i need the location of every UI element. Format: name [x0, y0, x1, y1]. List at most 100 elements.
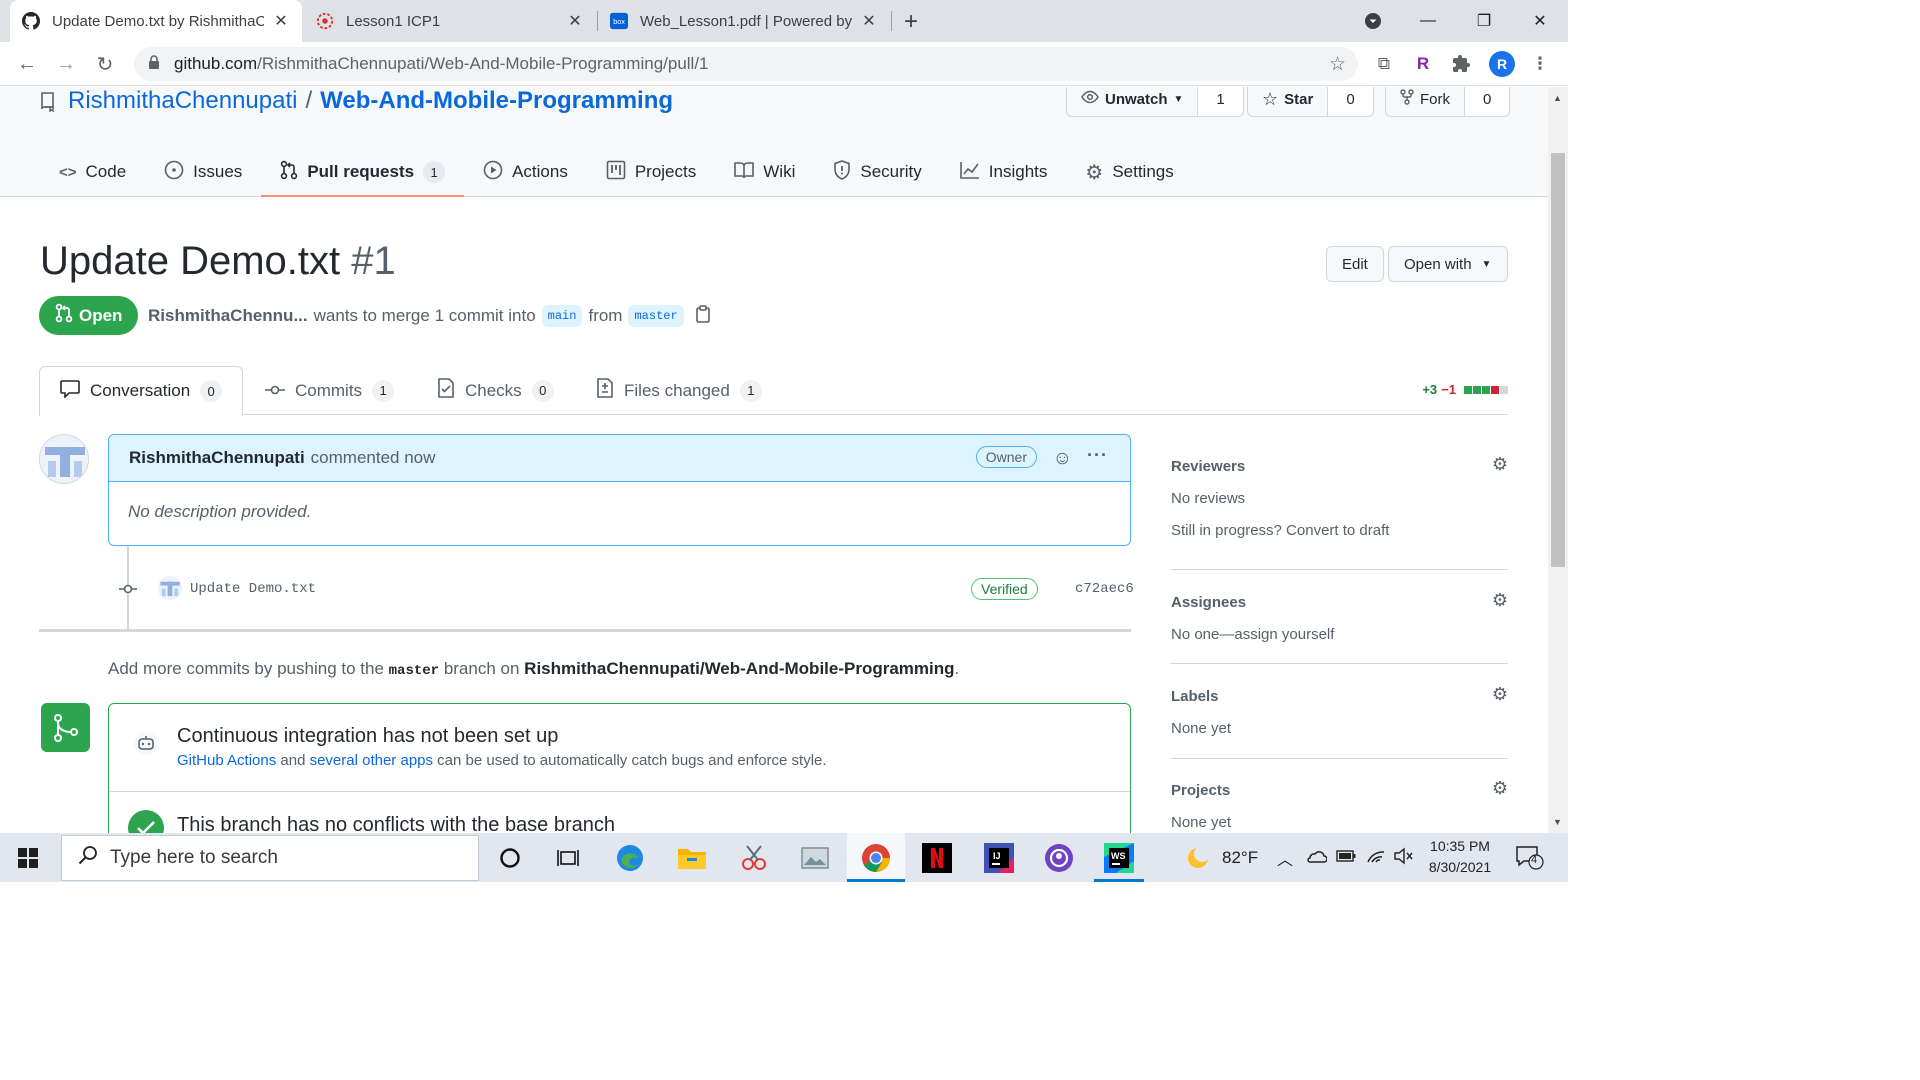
watch-button-main[interactable]: Unwatch ▼ — [1067, 87, 1199, 116]
fork-count[interactable]: 0 — [1465, 87, 1510, 116]
tab-commits[interactable]: Commits 1 — [245, 366, 414, 415]
task-view-icon[interactable] — [552, 842, 584, 874]
assignees-value[interactable]: No one—assign yourself — [1171, 626, 1334, 643]
repo-name-link[interactable]: Web-And-Mobile-Programming — [320, 87, 673, 115]
chrome-icon[interactable] — [860, 842, 892, 874]
tab-conversation[interactable]: Conversation 0 — [39, 366, 244, 416]
scrollbar-thumb[interactable] — [1551, 153, 1565, 567]
projects-title[interactable]: Projects — [1171, 782, 1230, 799]
nav-actions[interactable]: Actions — [464, 147, 587, 197]
other-apps-link[interactable]: several other apps — [310, 752, 433, 769]
address-bar[interactable]: github.com/RishmithaChennupati/Web-And-M… — [134, 47, 1358, 81]
puzzle-extensions-icon[interactable] — [1450, 52, 1474, 76]
star-button-main[interactable]: ☆ Star — [1248, 87, 1329, 116]
browser-tab-lesson[interactable]: Lesson1 ICP1 ✕ — [304, 0, 596, 42]
scroll-up-icon[interactable]: ▲ — [1553, 93, 1562, 103]
browser-tab-pr[interactable]: Update Demo.txt by RishmithaCh ✕ — [10, 0, 302, 42]
fork-button-main[interactable]: Fork — [1386, 87, 1465, 116]
nav-security[interactable]: Security — [814, 147, 940, 197]
close-tab-icon[interactable]: ✕ — [272, 11, 290, 31]
watch-button[interactable]: Unwatch ▼ 1 — [1066, 87, 1244, 117]
edge-icon[interactable] — [614, 842, 646, 874]
minimize-icon[interactable]: — — [1400, 0, 1456, 42]
github-desktop-icon[interactable] — [1043, 842, 1075, 874]
watch-count[interactable]: 1 — [1198, 87, 1243, 116]
weather-moon-icon[interactable] — [1185, 845, 1211, 875]
notifications-icon[interactable]: 4 — [1515, 845, 1545, 875]
system-clock[interactable]: 10:35 PM 8/30/2021 — [1418, 836, 1502, 878]
github-actions-link[interactable]: GitHub Actions — [177, 752, 276, 769]
reload-icon[interactable]: ↻ — [91, 50, 119, 78]
onedrive-icon[interactable] — [1305, 848, 1328, 868]
gear-icon[interactable]: ⚙ — [1492, 590, 1508, 611]
show-hidden-icons-icon[interactable]: ︿ — [1277, 846, 1293, 870]
edit-button[interactable]: Edit — [1326, 246, 1384, 282]
wifi-icon[interactable] — [1366, 846, 1386, 868]
assignees-title[interactable]: Assignees — [1171, 594, 1246, 611]
nav-pull-requests[interactable]: Pull requests 1 — [261, 147, 464, 197]
cortana-icon[interactable] — [494, 842, 526, 874]
battery-icon[interactable] — [1336, 849, 1356, 866]
head-branch-label[interactable]: master — [628, 305, 684, 327]
temperature-text[interactable]: 82°F — [1222, 848, 1258, 868]
commit-avatar[interactable] — [158, 576, 182, 600]
scroll-down-icon[interactable]: ▼ — [1553, 817, 1562, 827]
comment-author-link[interactable]: RishmithaChennupati — [129, 448, 305, 468]
diffstat[interactable]: +3 −1 — [1422, 382, 1508, 397]
forward-icon[interactable]: → — [52, 50, 80, 78]
repo-owner-link[interactable]: RishmithaChennupati — [68, 87, 297, 115]
nav-issues[interactable]: Issues — [145, 147, 261, 197]
nav-insights[interactable]: Insights — [941, 147, 1067, 197]
reviewers-title[interactable]: Reviewers — [1171, 458, 1245, 475]
intellij-icon[interactable]: IJ — [983, 842, 1015, 874]
window-close-icon[interactable]: ✕ — [1512, 0, 1568, 42]
volume-muted-icon[interactable] — [1393, 847, 1413, 869]
profile-avatar[interactable]: R — [1489, 51, 1515, 77]
close-tab-icon[interactable]: ✕ — [566, 11, 584, 31]
smiley-icon[interactable]: ☺ — [1053, 448, 1072, 470]
snipping-tool-icon[interactable] — [738, 842, 770, 874]
star-count[interactable]: 0 — [1328, 87, 1373, 116]
webstorm-icon[interactable]: WS — [1103, 842, 1135, 874]
browser-tab-pdf[interactable]: box Web_Lesson1.pdf | Powered by B ✕ — [598, 0, 890, 42]
pr-author-link[interactable]: RishmithaChennu... — [148, 306, 308, 326]
tab-files-changed[interactable]: Files changed 1 — [576, 366, 782, 415]
star-button[interactable]: ☆ Star 0 — [1247, 87, 1374, 117]
r-extension-icon[interactable]: R — [1411, 52, 1435, 76]
verified-badge[interactable]: Verified — [971, 578, 1038, 600]
tab-search-icon[interactable] — [1345, 0, 1401, 42]
gear-icon[interactable]: ⚙ — [1492, 684, 1508, 705]
open-with-button[interactable]: Open with ▼ — [1388, 246, 1508, 282]
copy-icon[interactable] — [695, 304, 710, 328]
tab-checks[interactable]: Checks 0 — [417, 366, 574, 415]
more-options-icon[interactable]: ··· — [1087, 445, 1108, 466]
nav-settings[interactable]: ⚙ Settings — [1066, 147, 1192, 197]
nav-projects[interactable]: Projects — [587, 147, 715, 197]
nav-wiki[interactable]: Wiki — [715, 147, 814, 197]
browser-menu-icon[interactable]: ⋮ — [1528, 52, 1552, 76]
file-explorer-icon[interactable] — [676, 842, 708, 874]
bookmark-star-icon[interactable]: ☆ — [1329, 53, 1346, 76]
base-branch-label[interactable]: main — [541, 305, 583, 327]
nav-code[interactable]: <> Code — [40, 147, 145, 197]
photo-viewer-icon[interactable] — [799, 842, 831, 874]
gear-icon[interactable]: ⚙ — [1492, 454, 1508, 475]
close-tab-icon[interactable]: ✕ — [860, 11, 878, 31]
windows-start-icon[interactable] — [18, 848, 38, 868]
translate-extension-icon[interactable]: ⧉ — [1372, 52, 1396, 76]
netflix-icon[interactable] — [921, 842, 953, 874]
page-scrollbar[interactable]: ▲ ▼ — [1548, 87, 1568, 833]
nav-label: Settings — [1112, 162, 1174, 181]
back-icon[interactable]: ← — [13, 50, 41, 78]
commit-sha-link[interactable]: c72aec6 — [1075, 581, 1134, 597]
gear-icon[interactable]: ⚙ — [1492, 778, 1508, 799]
labels-title[interactable]: Labels — [1171, 688, 1219, 705]
avatar[interactable] — [39, 434, 89, 484]
comment-timestamp[interactable]: commented now — [311, 448, 436, 468]
fork-button[interactable]: Fork 0 — [1385, 87, 1511, 117]
commit-message-link[interactable]: Update Demo.txt — [190, 581, 316, 597]
convert-to-draft-link[interactable]: Still in progress? Convert to draft — [1171, 522, 1389, 539]
restore-icon[interactable]: ❐ — [1456, 0, 1512, 42]
new-tab-icon[interactable]: + — [904, 8, 918, 36]
taskbar-search-input[interactable]: Type here to search — [61, 835, 479, 881]
